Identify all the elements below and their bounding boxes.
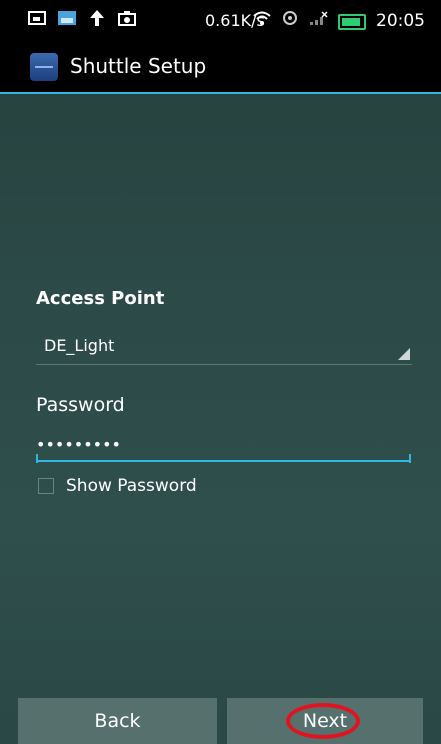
input-underline-right bbox=[409, 454, 411, 463]
show-password-label: Show Password bbox=[66, 476, 197, 496]
gallery-icon bbox=[58, 10, 76, 26]
password-label: Password bbox=[36, 394, 125, 416]
show-password-row[interactable]: Show Password bbox=[38, 476, 197, 496]
action-bar: Shuttle Setup bbox=[0, 40, 441, 94]
upload-arrow-icon bbox=[88, 10, 106, 26]
app-screen: 0.61K/s 20:05 Shuttle Setup Access Point… bbox=[0, 0, 441, 744]
signal-icon bbox=[308, 10, 328, 31]
status-right-icons: 20:05 bbox=[252, 10, 425, 31]
camera-icon bbox=[118, 10, 136, 26]
wifi-icon bbox=[252, 10, 272, 31]
page-title: Shuttle Setup bbox=[70, 54, 207, 78]
screenshot-icon bbox=[28, 10, 46, 26]
input-underline-left bbox=[36, 454, 38, 463]
show-password-checkbox[interactable] bbox=[38, 478, 54, 494]
battery-icon bbox=[338, 13, 366, 30]
dropdown-corner-icon bbox=[398, 348, 410, 360]
access-point-label: Access Point bbox=[36, 288, 165, 309]
access-point-value: DE_Light bbox=[44, 336, 115, 355]
status-bar: 0.61K/s 20:05 bbox=[0, 0, 441, 40]
app-logo-icon bbox=[30, 53, 58, 81]
password-input[interactable] bbox=[36, 428, 410, 462]
next-button[interactable]: Next bbox=[227, 698, 423, 744]
back-button[interactable]: Back bbox=[18, 698, 217, 744]
access-point-dropdown[interactable]: DE_Light bbox=[36, 324, 412, 365]
clock: 20:05 bbox=[376, 10, 425, 31]
status-left-icons bbox=[28, 10, 136, 26]
sync-icon bbox=[282, 10, 298, 31]
